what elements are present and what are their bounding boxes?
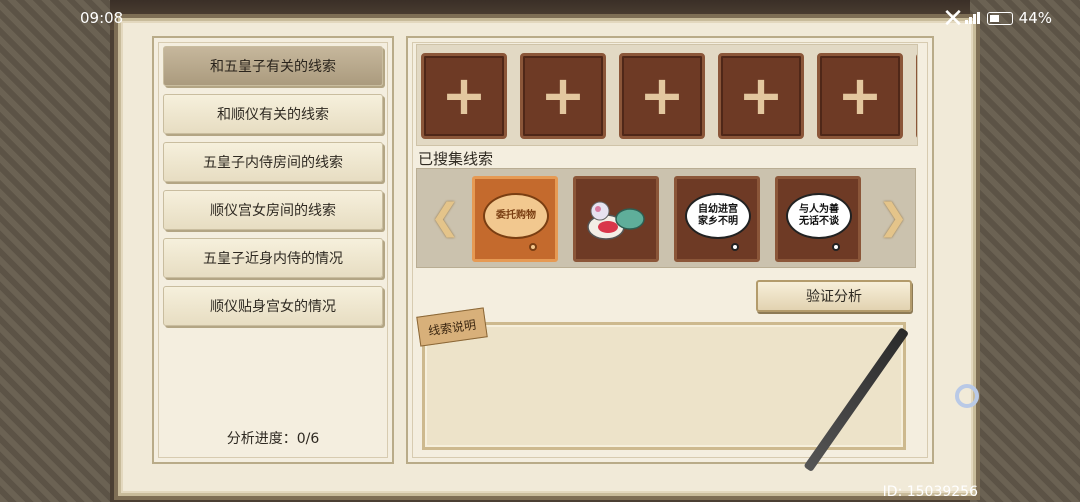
- clue-category-item[interactable]: 和顺仪有关的线索: [163, 94, 383, 134]
- collected-clue-card[interactable]: 自幼进宫 家乡不明: [674, 176, 760, 262]
- background-left-pattern: [0, 0, 110, 502]
- bubble-tail: [731, 243, 739, 251]
- clue-category-label: 顺仪宫女房间的线索: [210, 203, 336, 219]
- verify-analysis-button[interactable]: 验证分析: [756, 280, 912, 312]
- collected-clues-title: 已搜集线索: [418, 150, 494, 168]
- evidence-slot[interactable]: +: [718, 53, 804, 139]
- plus-icon: +: [639, 64, 685, 127]
- battery-level: 44%: [1018, 9, 1052, 27]
- collected-clue-card[interactable]: [573, 176, 659, 262]
- battery-icon: [986, 11, 1013, 25]
- plus-icon: +: [738, 64, 784, 127]
- background-right-pattern: [970, 0, 1080, 502]
- status-time: 09:08: [80, 9, 124, 27]
- plus-icon: +: [540, 64, 586, 127]
- clue-card-text: 自幼进宫 家乡不明: [698, 204, 738, 227]
- evidence-slot[interactable]: +: [520, 53, 606, 139]
- evidence-slot[interactable]: +: [619, 53, 705, 139]
- clue-category-item[interactable]: 五皇子内侍房间的线索: [163, 142, 383, 182]
- clue-category-label: 五皇子近身内侍的情况: [203, 251, 343, 267]
- plus-icon: +: [441, 64, 487, 127]
- clue-category-item[interactable]: 顺仪宫女房间的线索: [163, 190, 383, 230]
- jade-ornament-icon: [955, 384, 979, 408]
- cosmetics-icon: [587, 201, 645, 240]
- chevron-right-icon[interactable]: ❯: [878, 198, 908, 238]
- clue-category-label: 五皇子内侍房间的线索: [203, 155, 343, 171]
- clue-category-item[interactable]: 五皇子近身内侍的情况: [163, 238, 383, 278]
- evidence-slot[interactable]: +: [916, 53, 917, 139]
- clue-category-list: 和五皇子有关的线索 和顺仪有关的线索 五皇子内侍房间的线索 顺仪宫女房间的线索 …: [163, 46, 383, 334]
- evidence-slot[interactable]: +: [817, 53, 903, 139]
- speech-bubble-icon: 委托购物: [483, 193, 549, 239]
- clue-category-label: 和五皇子有关的线索: [210, 59, 336, 75]
- status-right: 44%: [964, 9, 1052, 27]
- speech-bubble-icon: 自幼进宫 家乡不明: [685, 193, 751, 239]
- clue-card-text: 委托购物: [496, 210, 536, 221]
- clue-card-text: 与人为善 无话不谈: [799, 204, 839, 227]
- bubble-tail: [529, 243, 537, 251]
- analysis-progress: 分析进度：0/6: [226, 431, 320, 447]
- evidence-slot[interactable]: +: [421, 53, 507, 139]
- speech-bubble-icon: 与人为善 无话不谈: [786, 193, 852, 239]
- plus-icon: +: [837, 64, 883, 127]
- collected-clue-card[interactable]: 委托购物: [472, 176, 558, 262]
- user-id: ID: 15039256: [882, 484, 978, 500]
- clue-category-label: 和顺仪有关的线索: [217, 107, 329, 123]
- evidence-slot-row: + + + + + +: [416, 44, 918, 146]
- close-icon[interactable]: ✕: [938, 4, 968, 34]
- clue-category-item[interactable]: 和五皇子有关的线索: [163, 46, 383, 86]
- status-bar: 09:08 44%: [0, 0, 1080, 36]
- collected-clue-card[interactable]: 与人为善 无话不谈: [775, 176, 861, 262]
- clue-category-label: 顺仪贴身宫女的情况: [210, 299, 336, 315]
- bubble-tail: [832, 243, 840, 251]
- clue-category-item[interactable]: 顺仪贴身宫女的情况: [163, 286, 383, 326]
- chevron-left-icon[interactable]: ❮: [430, 198, 460, 238]
